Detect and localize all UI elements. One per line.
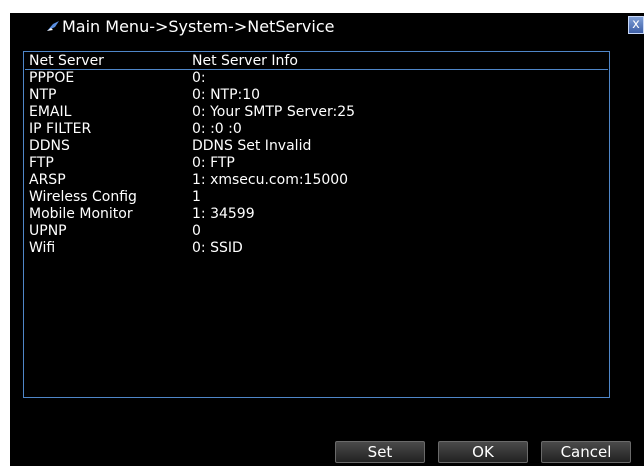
net-server-name: UPNP bbox=[29, 223, 67, 239]
net-server-info: 1 bbox=[192, 189, 201, 205]
net-server-info: 0 bbox=[192, 223, 201, 239]
net-server-info: 0: SSID bbox=[192, 240, 243, 256]
net-server-name: Wireless Config bbox=[29, 189, 137, 205]
close-icon: x bbox=[632, 17, 640, 32]
menu-icon bbox=[47, 21, 59, 31]
net-server-name: DDNS bbox=[29, 138, 70, 154]
ok-button[interactable]: OK bbox=[438, 441, 528, 463]
table-row[interactable]: Mobile Monitor 1: 34599 bbox=[25, 206, 608, 222]
net-service-table: Net Server Net Server Info PPPOE 0: NTP … bbox=[23, 51, 610, 398]
table-row[interactable]: FTP 0: FTP bbox=[25, 155, 608, 171]
table-row[interactable]: NTP 0: NTP:10 bbox=[25, 87, 608, 103]
net-server-info: 0: FTP bbox=[192, 155, 235, 171]
net-server-name: NTP bbox=[29, 87, 57, 103]
net-server-name: ARSP bbox=[29, 172, 66, 188]
net-server-info: 0: :0 :0 bbox=[192, 121, 242, 137]
table-row[interactable]: Wifi 0: SSID bbox=[25, 240, 608, 256]
net-server-name: FTP bbox=[29, 155, 54, 171]
table-row[interactable]: EMAIL 0: Your SMTP Server:25 bbox=[25, 104, 608, 120]
net-server-name: IP FILTER bbox=[29, 121, 92, 137]
table-row[interactable]: PPPOE 0: bbox=[25, 70, 608, 86]
header-net-server: Net Server bbox=[29, 53, 104, 69]
window-title: Main Menu->System->NetService bbox=[62, 17, 335, 36]
table-row[interactable]: IP FILTER 0: :0 :0 bbox=[25, 121, 608, 137]
cancel-button[interactable]: Cancel bbox=[541, 441, 631, 463]
header-net-server-info: Net Server Info bbox=[192, 53, 298, 69]
title-bar: Main Menu->System->NetService x bbox=[10, 13, 644, 46]
net-server-info: DDNS Set Invalid bbox=[192, 138, 312, 154]
net-server-info: 1: 34599 bbox=[192, 206, 255, 222]
table-row[interactable]: Wireless Config 1 bbox=[25, 189, 608, 205]
table-row[interactable]: UPNP 0 bbox=[25, 223, 608, 239]
net-server-info: 1: xmsecu.com:15000 bbox=[192, 172, 349, 188]
net-server-name: Wifi bbox=[29, 240, 56, 256]
close-button[interactable]: x bbox=[628, 16, 644, 34]
net-server-info: 0: NTP:10 bbox=[192, 87, 261, 103]
net-server-name: EMAIL bbox=[29, 104, 72, 120]
table-header: Net Server Net Server Info bbox=[25, 53, 608, 70]
net-server-name: Mobile Monitor bbox=[29, 206, 133, 222]
set-button[interactable]: Set bbox=[335, 441, 425, 463]
table-row[interactable]: DDNS DDNS Set Invalid bbox=[25, 138, 608, 154]
net-server-info: 0: bbox=[192, 70, 206, 86]
net-server-info: 0: Your SMTP Server:25 bbox=[192, 104, 356, 120]
table-row[interactable]: ARSP 1: xmsecu.com:15000 bbox=[25, 172, 608, 188]
net-server-name: PPPOE bbox=[29, 70, 75, 86]
